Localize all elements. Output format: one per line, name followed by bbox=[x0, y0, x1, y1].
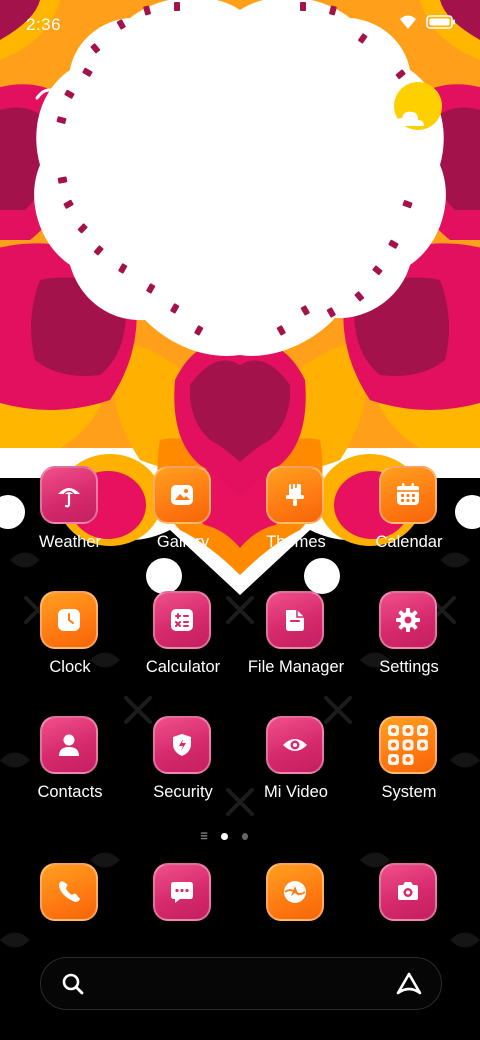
app-mi-video[interactable]: Mi Video bbox=[237, 716, 357, 826]
app-label: Weather bbox=[38, 533, 102, 551]
app-label: Calendar bbox=[375, 533, 443, 551]
page-dot-current[interactable] bbox=[221, 832, 228, 840]
folder-grid-icon[interactable] bbox=[379, 716, 437, 774]
gallery-icon[interactable] bbox=[153, 466, 211, 524]
app-themes[interactable]: Themes bbox=[237, 466, 357, 576]
page-indicator bbox=[200, 830, 249, 842]
app-settings[interactable]: Settings bbox=[350, 591, 470, 701]
dock-messages[interactable] bbox=[123, 863, 243, 925]
app-system[interactable]: System bbox=[350, 716, 470, 826]
person-icon[interactable] bbox=[40, 716, 98, 774]
app-weather[interactable]: Weather bbox=[11, 466, 131, 576]
app-label: System bbox=[381, 783, 437, 801]
app-label: Mi Video bbox=[264, 783, 328, 801]
camera-icon[interactable] bbox=[379, 863, 437, 921]
umbrella-icon bbox=[35, 88, 63, 100]
page-dot[interactable] bbox=[241, 832, 249, 840]
calendar-icon[interactable] bbox=[379, 466, 437, 524]
status-icons bbox=[398, 14, 456, 30]
app-security[interactable]: Security bbox=[124, 716, 244, 826]
battery-icon bbox=[426, 15, 455, 29]
phone-icon[interactable] bbox=[40, 863, 98, 921]
folder-icon[interactable] bbox=[266, 591, 324, 649]
calculator-icon[interactable] bbox=[153, 591, 211, 649]
search-bar[interactable] bbox=[40, 957, 442, 1010]
dock-camera[interactable] bbox=[349, 863, 469, 925]
status-time: 2:36 bbox=[26, 15, 62, 34]
app-label: Clock bbox=[49, 658, 91, 676]
app-label: Gallery bbox=[156, 533, 210, 551]
status-bar: 2:36 bbox=[0, 0, 480, 50]
gear-icon[interactable] bbox=[379, 591, 437, 649]
wifi-icon bbox=[400, 15, 416, 29]
app-label: Settings bbox=[379, 658, 439, 676]
home-screen: 2:36 Weather Gallery Themes Calendar Clock Ca… bbox=[0, 0, 480, 1040]
app-calendar[interactable]: Calendar bbox=[350, 466, 470, 576]
app-label: File Manager bbox=[247, 658, 345, 676]
app-label: Calculator bbox=[145, 658, 221, 676]
clock-icon[interactable] bbox=[40, 591, 98, 649]
umbrella-icon[interactable] bbox=[40, 466, 98, 524]
message-icon[interactable] bbox=[153, 863, 211, 921]
app-label: Themes bbox=[266, 533, 326, 551]
page-list-icon[interactable] bbox=[200, 832, 209, 840]
app-calculator[interactable]: Calculator bbox=[124, 591, 244, 701]
paintbrush-icon[interactable] bbox=[266, 466, 324, 524]
app-clock[interactable]: Clock bbox=[11, 591, 131, 701]
dock-browser[interactable] bbox=[236, 863, 356, 925]
assistant-icon[interactable] bbox=[395, 971, 423, 997]
browser-icon[interactable] bbox=[266, 863, 324, 921]
app-file-manager[interactable]: File Manager bbox=[237, 591, 357, 701]
shield-icon[interactable] bbox=[153, 716, 211, 774]
app-label: Security bbox=[153, 783, 213, 801]
app-label: Contacts bbox=[37, 783, 103, 801]
app-gallery[interactable]: Gallery bbox=[124, 466, 244, 576]
eye-icon[interactable] bbox=[266, 716, 324, 774]
search-icon[interactable] bbox=[61, 972, 85, 996]
sun-icon[interactable] bbox=[388, 82, 444, 134]
dock-phone[interactable] bbox=[10, 863, 130, 925]
app-contacts[interactable]: Contacts bbox=[11, 716, 131, 826]
